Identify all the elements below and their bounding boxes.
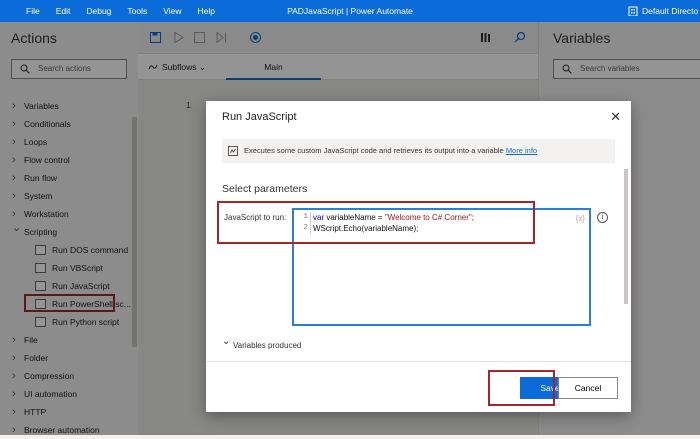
directory-selector[interactable]: Default Directo: [628, 0, 700, 22]
run-javascript-dialog: Run JavaScript ✕ Executes some custom Ja…: [206, 101, 631, 412]
save-highlight: [488, 370, 555, 406]
code-highlight: [217, 201, 535, 244]
variable-picker-icon[interactable]: {x}: [576, 214, 585, 223]
variables-produced-toggle[interactable]: Variables produced: [222, 336, 301, 350]
menu-file[interactable]: File: [18, 0, 48, 22]
menu-tools[interactable]: Tools: [119, 0, 155, 22]
menu-debug[interactable]: Debug: [78, 0, 119, 22]
title-bar: PADJavaScript | Power Automate File Edit…: [0, 0, 700, 22]
section-title: Select parameters: [222, 183, 308, 195]
directory-label: Default Directo: [642, 6, 699, 16]
menu-view[interactable]: View: [155, 0, 189, 22]
building-icon: [628, 6, 638, 16]
more-info-link[interactable]: More info: [506, 146, 537, 155]
dialog-title: Run JavaScript: [222, 111, 297, 123]
dialog-scrollbar[interactable]: [624, 169, 628, 304]
dialog-footer-divider: [206, 361, 631, 362]
cancel-button[interactable]: Cancel: [558, 377, 618, 399]
close-icon[interactable]: ✕: [610, 109, 621, 125]
menu-edit[interactable]: Edit: [48, 0, 79, 22]
menu-help[interactable]: Help: [190, 0, 223, 22]
info-text: Executes some custom JavaScript code and…: [244, 146, 504, 155]
info-icon[interactable]: i: [597, 212, 608, 223]
info-banner: Executes some custom JavaScript code and…: [222, 139, 615, 163]
script-icon: [228, 146, 238, 156]
menu-bar: File Edit Debug Tools View Help: [18, 0, 223, 22]
